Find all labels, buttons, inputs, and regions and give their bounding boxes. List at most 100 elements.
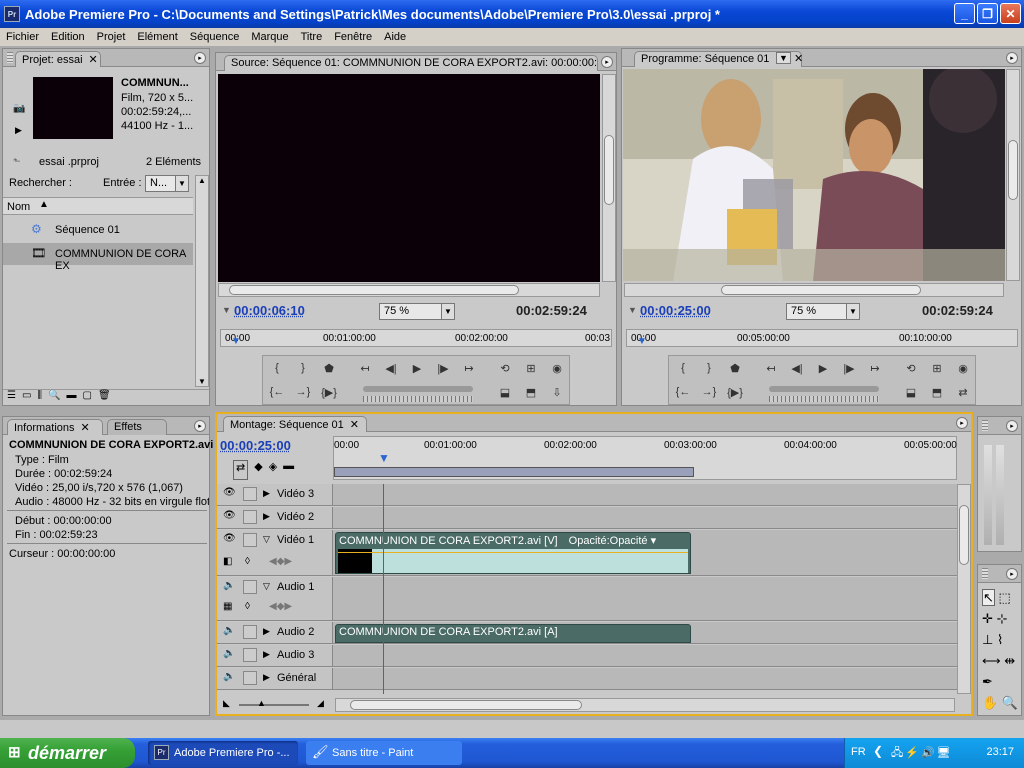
- panel-grip[interactable]: [7, 52, 13, 63]
- keyframe-nav-icons[interactable]: ◀◆▶: [269, 601, 292, 612]
- close-tab-icon[interactable]: ✕: [350, 419, 359, 431]
- track-audio-1[interactable]: 🔈 ▽ Audio 1 ▦ ◊ ◀◆▶: [217, 577, 957, 621]
- safe-margins-icon[interactable]: ⊞: [521, 358, 541, 378]
- selection-tool-icon[interactable]: ↖: [982, 589, 995, 606]
- source-time-ruler[interactable]: 00:00 00:01:00:00 00:02:00:00 00:03 ▼: [220, 329, 612, 347]
- hand-tool-icon[interactable]: ✋: [982, 695, 998, 710]
- timeline-timecode[interactable]: 00:00:25:00: [220, 438, 291, 453]
- shuttle-slider[interactable]: [363, 386, 473, 392]
- tray-icons[interactable]: 🖧⚡🔊🖥: [891, 744, 953, 763]
- collapse-track-icon[interactable]: ▽: [263, 534, 270, 545]
- go-to-out-point-icon[interactable]: →}: [293, 382, 313, 402]
- new-item-icon[interactable]: ▢: [82, 390, 91, 407]
- menu-aide[interactable]: Aide: [378, 31, 412, 43]
- razor-tool-icon[interactable]: ⌇: [997, 632, 1003, 647]
- ripple-edit-tool-icon[interactable]: ✛: [982, 611, 993, 626]
- play-in-to-out-icon[interactable]: {▶}: [319, 382, 339, 402]
- menu-edition[interactable]: Edition: [45, 31, 91, 43]
- work-area-icon[interactable]: ▬: [283, 460, 294, 480]
- play-thumbnail-icon[interactable]: ▶: [15, 125, 22, 136]
- lock-toggle[interactable]: [243, 625, 257, 639]
- panel-grip[interactable]: [982, 568, 988, 579]
- menu-marque[interactable]: Marque: [245, 31, 294, 43]
- language-indicator[interactable]: FR: [851, 746, 866, 758]
- keyframe-icon[interactable]: ◈: [269, 460, 277, 480]
- step-back-in-icon[interactable]: ↤: [761, 358, 781, 378]
- close-tab-icon[interactable]: ✕: [81, 422, 90, 434]
- rate-stretch-tool-icon[interactable]: ⊥: [982, 632, 993, 647]
- icon-view-icon[interactable]: ▭: [22, 390, 31, 407]
- work-area-bar[interactable]: [334, 467, 694, 477]
- menu-fichier[interactable]: Fichier: [0, 31, 45, 43]
- speaker-icon[interactable]: 🔈: [223, 671, 239, 685]
- speaker-icon[interactable]: 🔈: [223, 648, 239, 662]
- track-audio-3[interactable]: 🔈 ▶ Audio 3: [217, 645, 957, 667]
- expand-track-icon[interactable]: ▶: [263, 672, 270, 683]
- timeline-v-scrollbar[interactable]: [957, 484, 971, 694]
- panel-grip[interactable]: [982, 420, 988, 431]
- step-forward-icon[interactable]: |▶: [839, 358, 859, 378]
- panel-menu-icon[interactable]: ▸: [1006, 52, 1018, 64]
- eye-icon[interactable]: 👁: [223, 533, 239, 547]
- expand-track-icon[interactable]: ▶: [263, 511, 270, 522]
- mark-out-icon[interactable]: }: [293, 358, 313, 378]
- safe-margins-icon[interactable]: ⊞: [927, 358, 947, 378]
- playhead-line[interactable]: [383, 484, 384, 694]
- track-select-tool-icon[interactable]: ⬚: [999, 590, 1011, 605]
- find-icon[interactable]: 🔍: [48, 390, 60, 407]
- opacity-menu[interactable]: Opacité:Opacité ▾: [569, 535, 656, 547]
- keyframe-toggle-icon[interactable]: ◊: [245, 601, 250, 612]
- project-scrollbar[interactable]: ▲ ▼: [195, 175, 209, 387]
- expand-track-icon[interactable]: ▶: [263, 649, 270, 660]
- expand-track-icon[interactable]: ▶: [263, 626, 270, 637]
- scroll-down-icon[interactable]: ▼: [196, 377, 208, 386]
- timeline-time-ruler[interactable]: 00:00 00:01:00:00 00:02:00:00 00:03:00:0…: [333, 436, 957, 480]
- maximize-button[interactable]: ❐: [977, 3, 998, 24]
- minimize-button[interactable]: _: [954, 3, 975, 24]
- tab-effets[interactable]: Effets: [107, 419, 167, 435]
- keyframe-toggle-icon[interactable]: ◊: [245, 556, 250, 567]
- track-audio-2[interactable]: 🔈 ▶ Audio 2 COMMNUNION DE CORA EXPORT2.avi…: [217, 622, 957, 644]
- close-tab-icon[interactable]: ✕: [794, 52, 803, 65]
- automate-icon[interactable]: ⫼: [37, 390, 42, 407]
- tab-informations[interactable]: Informations ✕: [7, 419, 103, 435]
- audio-clip[interactable]: COMMNUNION DE CORA EXPORT2.avi [A]: [335, 624, 691, 643]
- marker-icon[interactable]: ◆: [254, 460, 262, 480]
- sort-ascending-icon[interactable]: ▲: [39, 199, 49, 210]
- set-marker-icon[interactable]: ⬟: [725, 358, 745, 378]
- insert-icon[interactable]: ⬓: [495, 382, 515, 402]
- close-tab-icon[interactable]: ✕: [89, 54, 98, 66]
- go-to-out-icon[interactable]: ↦: [459, 358, 479, 378]
- extract-icon[interactable]: ⬒: [927, 382, 947, 402]
- source-h-scrollbar[interactable]: [218, 283, 600, 297]
- step-back-icon[interactable]: ◀|: [381, 358, 401, 378]
- lock-toggle[interactable]: [243, 671, 257, 685]
- list-item[interactable]: 🎞 COMMNUNION DE CORA EX: [3, 243, 193, 272]
- audio-display-icon[interactable]: ▦: [223, 601, 232, 612]
- go-to-out-icon[interactable]: ↦: [865, 358, 885, 378]
- zoom-slider[interactable]: ◣ ▲ ◢: [221, 698, 331, 712]
- menu-fenetre[interactable]: Fenêtre: [328, 31, 378, 43]
- lock-toggle[interactable]: [243, 533, 257, 547]
- track-video-3[interactable]: 👁 ▶ Vidéo 3: [217, 484, 957, 506]
- play-in-to-out-icon[interactable]: {▶}: [725, 382, 745, 402]
- lock-toggle[interactable]: [243, 487, 257, 501]
- panel-menu-icon[interactable]: ▸: [1006, 568, 1018, 580]
- lock-toggle[interactable]: [243, 510, 257, 524]
- panel-menu-icon[interactable]: ▸: [956, 417, 968, 429]
- overlay-icon[interactable]: ⬒: [521, 382, 541, 402]
- column-header[interactable]: Nom ▲: [3, 197, 193, 215]
- expand-tray-icon[interactable]: ❮: [873, 744, 883, 758]
- jog-wheel[interactable]: [363, 396, 473, 402]
- chevron-down-icon[interactable]: ▼: [776, 52, 791, 64]
- step-back-in-icon[interactable]: ↤: [355, 358, 375, 378]
- go-to-out-point-icon[interactable]: →}: [699, 382, 719, 402]
- slide-tool-icon[interactable]: ⇹: [1004, 653, 1015, 668]
- menu-sequence[interactable]: Séquence: [184, 31, 246, 43]
- pen-tool-icon[interactable]: ✒: [982, 674, 993, 689]
- shuttle-slider[interactable]: [769, 386, 879, 392]
- lift-icon[interactable]: ⬓: [901, 382, 921, 402]
- snap-icon[interactable]: ⇄: [233, 460, 249, 480]
- start-button[interactable]: ⊞ démarrer: [0, 738, 135, 768]
- folder-up-icon[interactable]: ⬑: [13, 156, 21, 167]
